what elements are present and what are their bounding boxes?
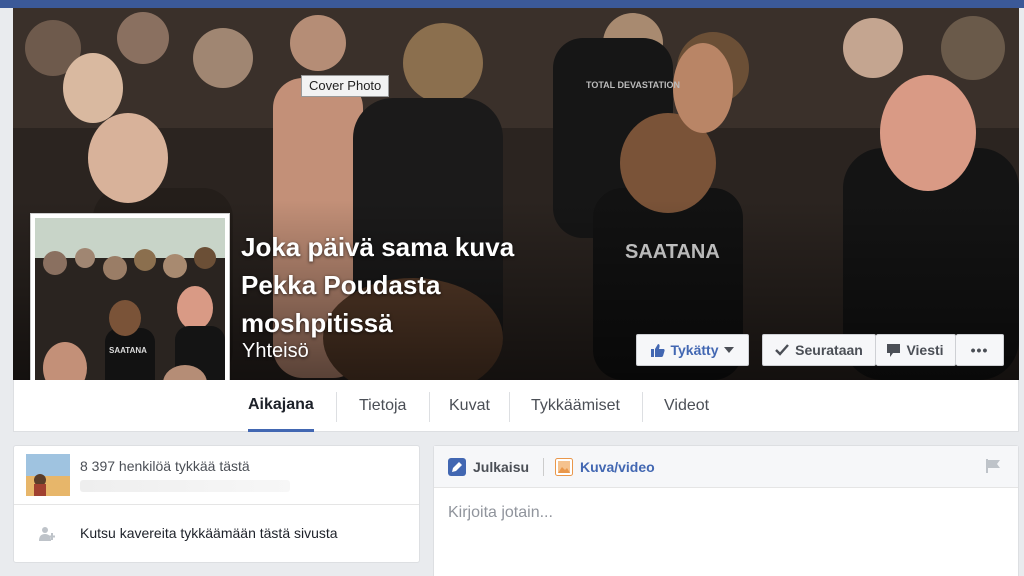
message-label: Viesti xyxy=(906,342,944,358)
more-options-icon: ••• xyxy=(970,342,989,358)
top-bar xyxy=(0,0,1024,8)
tab-divider xyxy=(642,392,643,422)
more-options-button[interactable]: ••• xyxy=(956,334,1004,366)
message-button[interactable]: Viesti xyxy=(876,334,956,366)
checkmark-icon xyxy=(775,344,790,356)
svg-text:TOTAL DEVASTATION: TOTAL DEVASTATION xyxy=(586,80,680,90)
following-button[interactable]: Seurataan xyxy=(762,334,876,366)
page-category[interactable]: Yhteisö xyxy=(242,340,309,363)
tab-divider xyxy=(336,392,337,422)
post-composer: Julkaisu Kuva/video Kirjoita jotain... xyxy=(433,445,1019,576)
tab-about[interactable]: Tietoja xyxy=(359,380,406,432)
liker-thumbnail[interactable] xyxy=(26,454,70,496)
cover-photo-tooltip: Cover Photo xyxy=(301,75,390,97)
flag-icon[interactable] xyxy=(986,459,1000,478)
tab-photos[interactable]: Kuvat xyxy=(449,380,490,432)
liked-label: Tykätty xyxy=(670,342,719,358)
blurred-friends-line xyxy=(80,480,290,492)
tab-timeline[interactable]: Aikajana xyxy=(248,380,314,432)
page-title[interactable]: Joka päivä sama kuva Pekka Poudasta mosh… xyxy=(241,228,571,342)
tab-likes[interactable]: Tykkäämiset xyxy=(531,380,620,432)
tab-divider xyxy=(429,392,430,422)
composer-photo-label: Kuva/video xyxy=(580,459,655,475)
svg-text:SAATANA: SAATANA xyxy=(109,346,147,355)
tab-divider xyxy=(509,392,510,422)
photo-icon xyxy=(555,458,573,476)
thumbs-up-icon xyxy=(650,344,665,357)
message-icon xyxy=(887,343,901,357)
tab-videos[interactable]: Videot xyxy=(664,380,709,432)
panel-divider xyxy=(14,504,419,505)
composer-input[interactable]: Kirjoita jotain... xyxy=(448,504,553,522)
composer-tabs: Julkaisu Kuva/video xyxy=(434,446,1018,488)
composer-post-label: Julkaisu xyxy=(473,459,530,475)
likes-panel: 8 397 henkilöä tykkää tästä Kutsu kavere… xyxy=(13,445,420,563)
pencil-icon xyxy=(448,458,466,476)
chevron-down-icon xyxy=(724,347,735,353)
liked-button[interactable]: Tykätty xyxy=(636,334,749,366)
composer-tab-post[interactable]: Julkaisu xyxy=(448,446,529,488)
page-nav: Aikajana Tietoja Kuvat Tykkäämiset Video… xyxy=(13,380,1019,432)
invite-friends-icon xyxy=(39,526,56,547)
likes-count-text[interactable]: 8 397 henkilöä tykkää tästä xyxy=(80,458,250,474)
invite-friends-link[interactable]: Kutsu kavereita tykkäämään tästä sivusta xyxy=(80,525,338,541)
following-label: Seurataan xyxy=(795,342,863,358)
composer-tab-photo[interactable]: Kuva/video xyxy=(555,446,655,488)
composer-tab-divider xyxy=(543,458,544,476)
